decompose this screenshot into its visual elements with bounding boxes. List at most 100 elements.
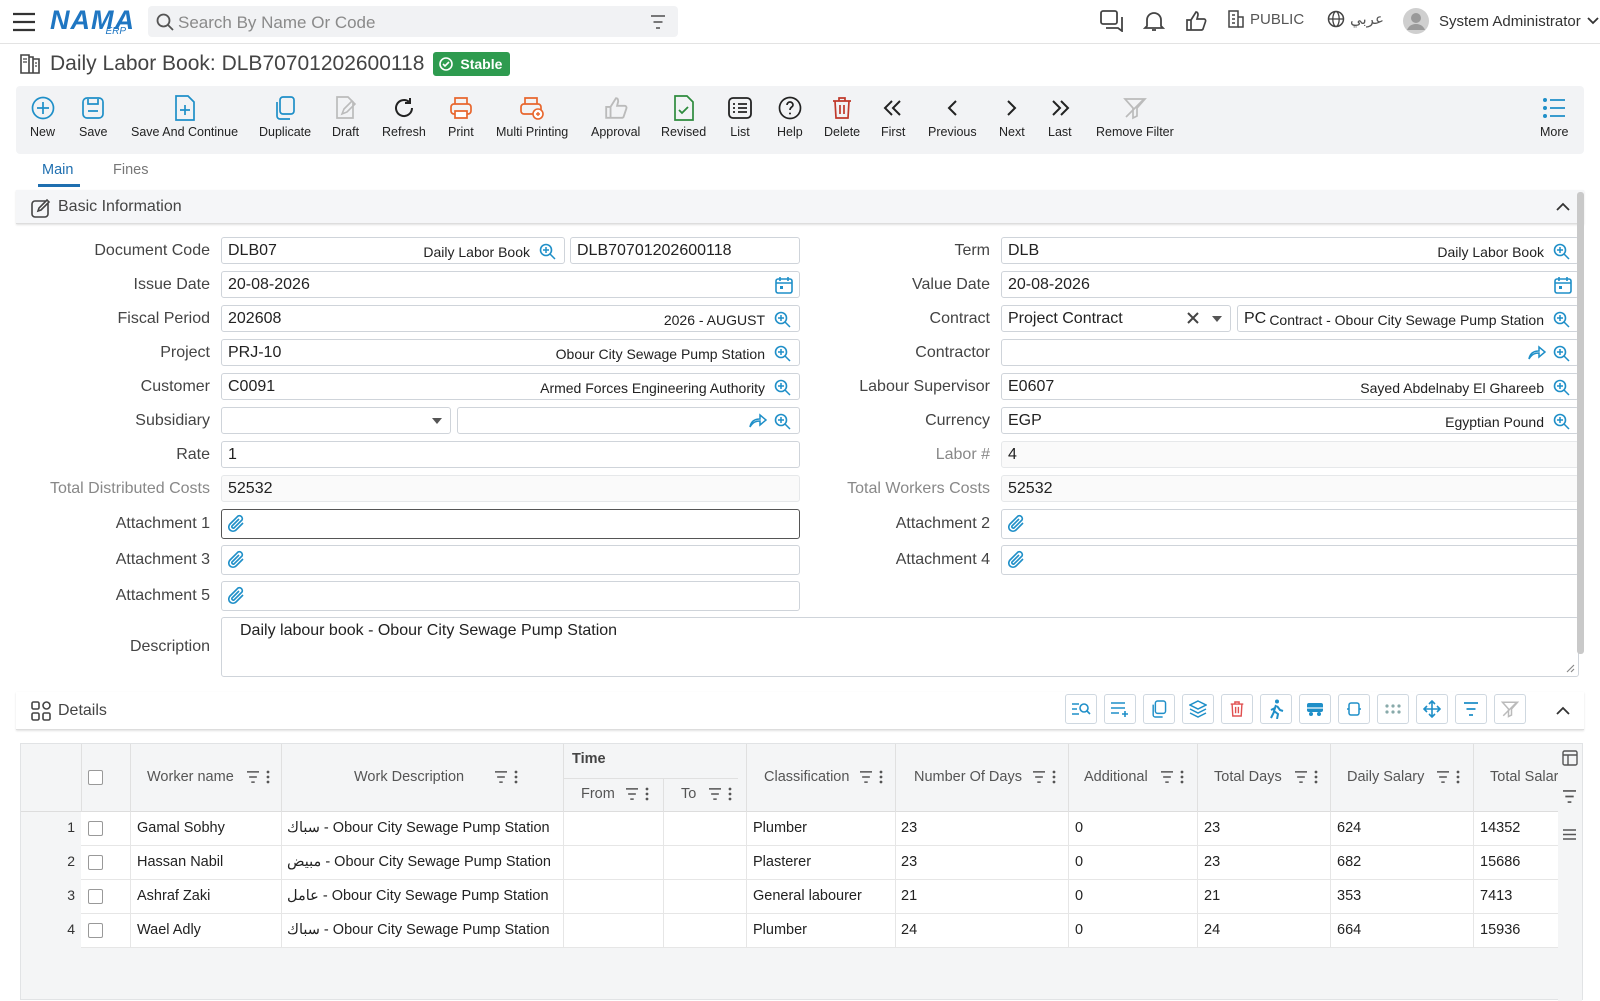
kebab-menu-icon[interactable] <box>645 787 649 801</box>
labour-supervisor-field[interactable]: E0607 Sayed Abdelnaby El Ghareeb <box>1001 373 1579 400</box>
tab-main[interactable]: Main <box>42 162 73 178</box>
additional-cell[interactable]: 0 <box>1075 820 1083 836</box>
delete-rows-button[interactable] <box>1221 694 1253 724</box>
classification-cell[interactable]: General labourer <box>753 888 862 904</box>
search-lookup-icon[interactable] <box>1552 377 1572 397</box>
multi-printing-button[interactable]: Multi Printing <box>496 94 568 139</box>
more-button[interactable]: More <box>1540 94 1568 139</box>
kebab-menu-icon[interactable] <box>1180 770 1184 784</box>
contract-type-select[interactable]: Project Contract <box>1001 305 1231 332</box>
table-row[interactable]: 4 Wael Adly سباك - Obour City Sewage Pum… <box>21 914 1558 948</box>
total-days-cell[interactable]: 23 <box>1204 854 1220 870</box>
attachment-5-field[interactable] <box>221 581 800 611</box>
total-salary-cell[interactable]: 15936 <box>1480 922 1520 938</box>
worker-name-cell[interactable]: Hassan Nabil <box>137 854 223 870</box>
search-lookup-icon[interactable] <box>1552 241 1572 261</box>
additional-cell[interactable]: 0 <box>1075 888 1083 904</box>
search-lookup-icon[interactable] <box>538 241 558 261</box>
filter-icon[interactable] <box>650 15 666 29</box>
col-additional[interactable]: Additional <box>1084 769 1184 785</box>
thumbs-up-icon[interactable] <box>1185 10 1207 32</box>
search-rows-button[interactable] <box>1065 694 1097 724</box>
approval-button[interactable]: Approval <box>591 94 640 139</box>
resize-handle-icon[interactable] <box>1565 663 1575 673</box>
attachment-4-field[interactable] <box>1001 545 1579 575</box>
search-lookup-icon[interactable] <box>773 377 793 397</box>
value-date-field[interactable]: 20-08-2026 <box>1001 271 1579 298</box>
share-arrow-icon[interactable] <box>749 412 767 428</box>
description-textarea[interactable]: Daily labour book - Obour City Sewage Pu… <box>221 617 1579 677</box>
classification-cell[interactable]: Plumber <box>753 922 807 938</box>
duplicate-button[interactable]: Duplicate <box>259 94 311 139</box>
total-days-cell[interactable]: 23 <box>1204 820 1220 836</box>
column-width-button[interactable] <box>1338 694 1370 724</box>
work-description-cell[interactable]: سباك - Obour City Sewage Pump Station <box>287 922 557 938</box>
document-number-field[interactable]: DLB70701202600118 <box>570 237 800 264</box>
last-button[interactable]: Last <box>1048 94 1072 139</box>
search-input[interactable]: Search By Name Or Code <box>178 13 375 33</box>
add-row-button[interactable] <box>1104 694 1136 724</box>
save-button[interactable]: Save <box>79 94 108 139</box>
kebab-menu-icon[interactable] <box>514 770 518 784</box>
row-checkbox[interactable] <box>88 855 103 870</box>
customer-field[interactable]: C0091 Armed Forces Engineering Authority <box>221 373 800 400</box>
kebab-menu-icon[interactable] <box>1052 770 1056 784</box>
classification-cell[interactable]: Plasterer <box>753 854 811 870</box>
nama-logo[interactable]: NAMA ERP <box>50 6 134 37</box>
search-lookup-icon[interactable] <box>1552 309 1572 329</box>
col-number-of-days[interactable]: Number Of Days <box>914 769 1056 785</box>
work-description-cell[interactable]: عامل - Obour City Sewage Pump Station <box>287 888 557 904</box>
attachment-1-field[interactable] <box>221 509 800 539</box>
layers-button[interactable] <box>1182 694 1214 724</box>
basic-information-header[interactable]: Basic Information <box>16 190 1584 224</box>
tab-fines[interactable]: Fines <box>113 162 148 178</box>
apps-button[interactable] <box>1377 694 1409 724</box>
total-days-cell[interactable]: 21 <box>1204 888 1220 904</box>
subsidiary-field[interactable] <box>457 407 800 434</box>
daily-salary-cell[interactable]: 682 <box>1337 854 1361 870</box>
previous-button[interactable]: Previous <box>928 94 977 139</box>
col-total-salary[interactable]: Total Salar <box>1490 769 1558 785</box>
project-field[interactable]: PRJ-10 Obour City Sewage Pump Station <box>221 339 800 366</box>
public-company[interactable]: PUBLIC <box>1228 10 1304 28</box>
collapse-icon[interactable] <box>1556 706 1570 715</box>
chat-icon[interactable] <box>1100 10 1124 32</box>
row-checkbox[interactable] <box>88 821 103 836</box>
menu-lines-icon[interactable] <box>1562 828 1577 841</box>
kebab-menu-icon[interactable] <box>266 770 270 784</box>
worker-name-cell[interactable]: Ashraf Zaki <box>137 888 210 904</box>
bell-icon[interactable] <box>1143 10 1165 32</box>
search-lookup-icon[interactable] <box>773 343 793 363</box>
save-and-continue-button[interactable]: Save And Continue <box>131 94 238 139</box>
first-button[interactable]: First <box>881 94 905 139</box>
filter-icon[interactable] <box>246 771 260 783</box>
attachment-2-field[interactable] <box>1001 509 1579 539</box>
print-button[interactable]: Print <box>448 94 474 139</box>
new-button[interactable]: New <box>30 94 55 139</box>
additional-cell[interactable]: 0 <box>1075 854 1083 870</box>
search-lookup-icon[interactable] <box>1552 343 1572 363</box>
filter-icon[interactable] <box>1436 771 1450 783</box>
calendar-icon[interactable] <box>1554 276 1572 294</box>
classification-cell[interactable]: Plumber <box>753 820 807 836</box>
worker-name-cell[interactable]: Gamal Sobhy <box>137 820 225 836</box>
kebab-menu-icon[interactable] <box>1456 770 1460 784</box>
form-scrollbar[interactable] <box>1577 192 1584 654</box>
col-total-days[interactable]: Total Days <box>1214 769 1318 785</box>
next-button[interactable]: Next <box>999 94 1025 139</box>
filter-icon[interactable] <box>494 771 508 783</box>
help-button[interactable]: Help <box>777 94 803 139</box>
fiscal-period-field[interactable]: 202608 2026 - AUGUST <box>221 305 800 332</box>
work-description-cell[interactable]: سباك - Obour City Sewage Pump Station <box>287 820 557 836</box>
contract-field[interactable]: PC Contract - Obour City Sewage Pump Sta… <box>1237 305 1579 332</box>
revised-button[interactable]: Revised <box>661 94 706 139</box>
search-lookup-icon[interactable] <box>773 309 793 329</box>
search-lookup-icon[interactable] <box>1552 411 1572 431</box>
hamburger-menu-icon[interactable] <box>12 12 36 32</box>
issue-date-field[interactable]: 20-08-2026 <box>221 271 800 298</box>
work-description-cell[interactable]: مبيض - Obour City Sewage Pump Station <box>287 854 557 870</box>
daily-salary-cell[interactable]: 664 <box>1337 922 1361 938</box>
kebab-menu-icon[interactable] <box>1314 770 1318 784</box>
calendar-icon[interactable] <box>775 276 793 294</box>
row-checkbox[interactable] <box>88 889 103 904</box>
